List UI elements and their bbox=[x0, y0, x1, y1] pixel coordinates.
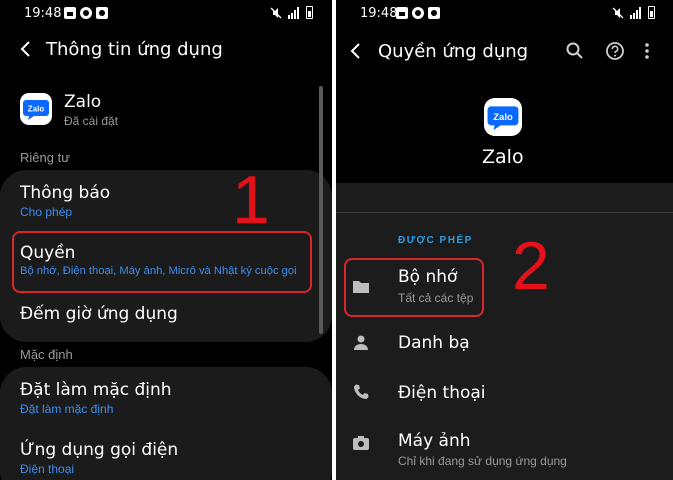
permissions-highlight-box bbox=[12, 231, 312, 293]
status-bar: 19:48 bbox=[336, 0, 673, 28]
gallery-icon bbox=[396, 7, 408, 19]
page-title: Quyền ứng dụng bbox=[378, 41, 529, 62]
notifications-subtitle: Cho phép bbox=[20, 205, 73, 219]
signal-icon bbox=[630, 6, 641, 19]
account-icon bbox=[80, 7, 92, 19]
step-number-2: 2 bbox=[512, 228, 550, 304]
page-title: Thông tin ứng dụng bbox=[46, 39, 223, 60]
permission-row-camera[interactable]: Máy ảnh Chỉ khi đang sử dụng ứng dụng bbox=[336, 424, 673, 474]
battery-icon bbox=[648, 6, 655, 19]
permission-name: Máy ảnh bbox=[398, 431, 471, 451]
stop-icon bbox=[96, 7, 108, 19]
app-name: Zalo bbox=[64, 92, 102, 112]
screen-time-title: Đếm giờ ứng dụng bbox=[20, 304, 178, 324]
call-app-title: Ứng dụng gọi điện bbox=[20, 440, 179, 460]
storage-highlight-box bbox=[344, 258, 484, 317]
allowed-section-header: ĐƯỢC PHÉP bbox=[398, 235, 473, 246]
section-header-default: Mặc định bbox=[20, 347, 73, 362]
call-app-item[interactable]: Ứng dụng gọi điện Điện thoại bbox=[0, 430, 320, 480]
phone-icon bbox=[354, 384, 369, 399]
notification-icons bbox=[64, 7, 108, 19]
system-icons bbox=[612, 6, 655, 19]
stop-icon bbox=[428, 7, 440, 19]
notification-icons bbox=[396, 7, 440, 19]
camera-icon bbox=[353, 436, 369, 450]
set-default-title: Đặt làm mặc định bbox=[20, 380, 172, 400]
status-time: 19:48 bbox=[360, 6, 398, 21]
gallery-icon bbox=[64, 7, 76, 19]
permission-row-phone[interactable]: Điện thoại bbox=[336, 376, 673, 412]
more-options-icon[interactable] bbox=[636, 40, 658, 62]
app-permissions-screen: 19:48 Quyền ứng dụng Zalo Zalo ĐƯỢC PHÉP… bbox=[336, 0, 673, 480]
permission-detail: Chỉ khi đang sử dụng ứng dụng bbox=[398, 454, 567, 468]
scrollbar[interactable] bbox=[319, 86, 323, 334]
help-icon[interactable] bbox=[604, 40, 626, 62]
status-time: 19:48 bbox=[24, 6, 62, 21]
screen-time-item[interactable]: Đếm giờ ứng dụng bbox=[0, 296, 320, 336]
call-app-subtitle: Điện thoại bbox=[20, 462, 75, 476]
search-icon[interactable] bbox=[564, 40, 586, 62]
system-icons bbox=[270, 6, 313, 19]
signal-icon bbox=[288, 6, 299, 19]
zalo-icon-text: Zalo bbox=[493, 112, 513, 123]
step-number-1: 1 bbox=[232, 162, 270, 238]
app-install-status: Đã cài đặt bbox=[64, 114, 119, 128]
notifications-item[interactable]: Thông báo Cho phép bbox=[0, 172, 320, 228]
permission-name: Danh bạ bbox=[398, 333, 470, 353]
zalo-app-icon: Zalo bbox=[20, 93, 52, 125]
account-icon bbox=[412, 7, 424, 19]
zalo-app-icon: Zalo bbox=[484, 98, 522, 136]
set-default-subtitle: Đặt làm mặc định bbox=[20, 402, 114, 416]
battery-icon bbox=[306, 6, 313, 19]
app-name: Zalo bbox=[482, 146, 524, 168]
zalo-icon-text: Zalo bbox=[28, 105, 45, 114]
app-info-screen: 19:48 Thông tin ứng dụng Zalo Zalo Đã cà… bbox=[0, 0, 332, 480]
mute-icon bbox=[612, 7, 624, 18]
divider bbox=[336, 212, 673, 213]
status-bar: 19:48 bbox=[0, 0, 332, 28]
permission-name: Điện thoại bbox=[398, 383, 486, 403]
permission-row-contacts[interactable]: Danh bạ bbox=[336, 326, 673, 362]
mute-icon bbox=[270, 7, 282, 18]
back-arrow-icon[interactable] bbox=[16, 39, 36, 59]
set-default-item[interactable]: Đặt làm mặc định Đặt làm mặc định bbox=[0, 370, 320, 422]
notifications-title: Thông báo bbox=[20, 183, 111, 203]
person-icon bbox=[354, 335, 368, 350]
back-arrow-icon[interactable] bbox=[346, 41, 366, 61]
section-header-privacy: Riêng tư bbox=[20, 150, 70, 165]
